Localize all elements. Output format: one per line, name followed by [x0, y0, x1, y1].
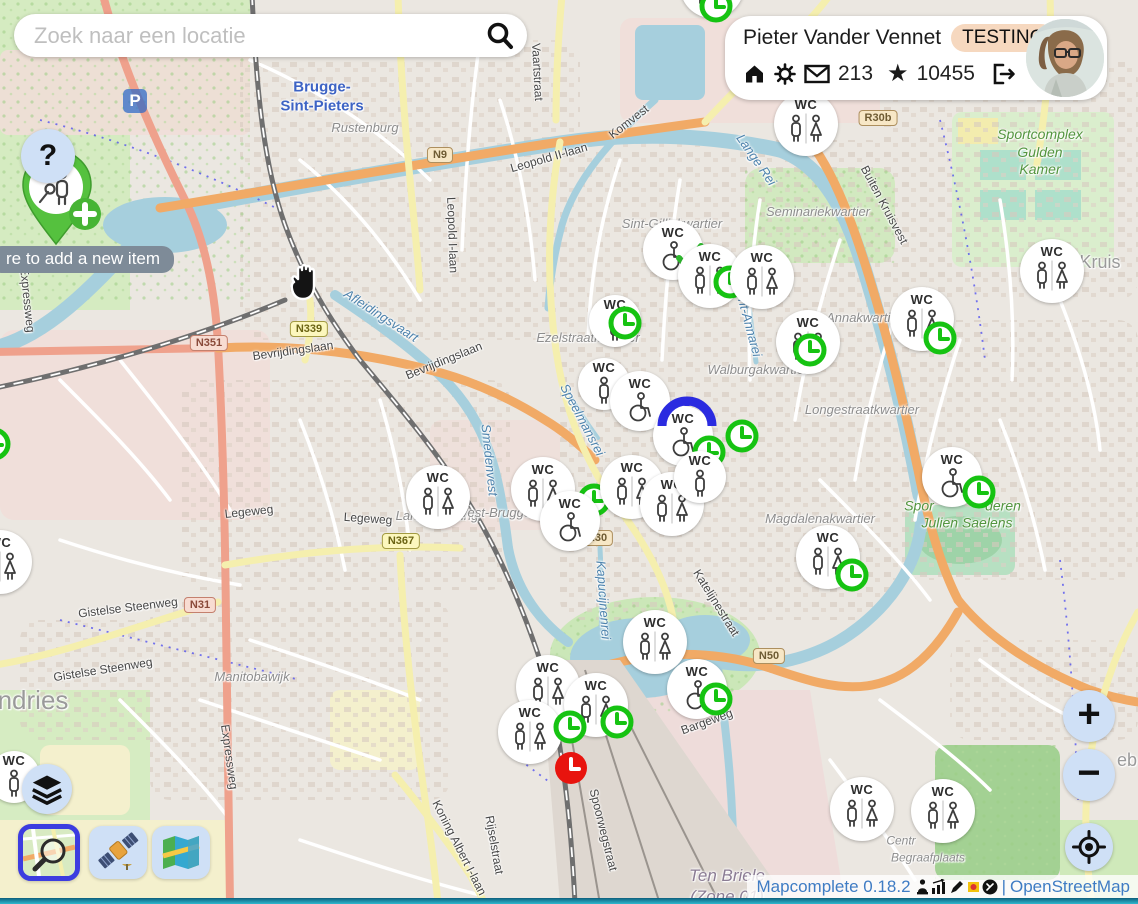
marker-wc-label: WC [585, 679, 608, 692]
marker-wc-label: WC [427, 471, 450, 484]
marker-wc-label: WC [817, 531, 840, 544]
toilet-marker-wheelchair[interactable]: WC [667, 659, 727, 719]
user-panel[interactable]: Pieter Vander Vennet TESTING 213 ★ 10455 [725, 16, 1107, 100]
mapcomplete-version-link[interactable]: Mapcomplete 0.18.2 [757, 877, 911, 897]
layers-icon [30, 773, 64, 805]
avatar[interactable] [1026, 19, 1104, 97]
marker-wc-label: WC [851, 783, 874, 796]
add-item-tooltip: re to add a new item [0, 246, 174, 273]
home-icon[interactable] [743, 63, 766, 85]
geolocate-button[interactable] [1065, 823, 1113, 871]
help-button[interactable]: ? [21, 129, 75, 183]
open-clock-badge [607, 305, 643, 346]
openstreetmap-link[interactable]: OpenStreetMap [1010, 877, 1130, 897]
mapcomplete-app: P Brugge- Sint-PietersRustenburgSint-Gil… [0, 0, 1138, 904]
map-style-folded-map-button[interactable] [152, 826, 210, 879]
attribution-separator: | [1002, 877, 1006, 897]
marker-wc-label: WC [911, 293, 934, 306]
closed-clock-badge [553, 750, 589, 791]
marker-wc-label: WC [932, 785, 955, 798]
toilet-marker-mf[interactable]: WC [796, 525, 860, 589]
zoom-in-label: + [1077, 694, 1100, 734]
open-clock-badge [961, 474, 997, 515]
toilet-marker-mf[interactable]: WC [1020, 239, 1084, 303]
open-clock-badge [698, 0, 734, 29]
marker-wc-label: WC [699, 250, 722, 263]
open-clock-badge [599, 704, 635, 745]
marker-wc-label: WC [644, 616, 667, 629]
messages-envelope-icon[interactable] [804, 64, 830, 84]
map-style-osm-button[interactable] [18, 824, 80, 881]
toilet-marker-mf[interactable]: WC [830, 777, 894, 841]
background-layers-button[interactable] [22, 764, 72, 814]
message-count: 213 [838, 62, 873, 86]
marker-wc-label: WC [519, 706, 542, 719]
marker-wc-label: WC [751, 251, 774, 264]
map-style-satellite-button[interactable] [89, 826, 147, 879]
crosshair-icon [1072, 830, 1106, 864]
marker-wc-label: WC [672, 412, 695, 425]
bottom-accent-strip [0, 898, 1138, 904]
open-clock-badge [698, 681, 734, 722]
help-label: ? [39, 139, 57, 173]
parking-icon: P [123, 89, 147, 113]
marker-wc-label: WC [3, 754, 26, 767]
marker-wc-label: WC [629, 377, 652, 390]
toilet-marker-mf[interactable]: WC [623, 610, 687, 674]
search-input[interactable] [32, 22, 483, 50]
marker-wc-label: WC [0, 536, 11, 549]
edit-pencil-icon[interactable] [949, 879, 965, 895]
toilet-marker-mf[interactable]: WC [774, 92, 838, 156]
star-icon: ★ [887, 59, 909, 88]
toilet-marker-wheelchair[interactable]: WC [540, 491, 600, 551]
location-search-bar[interactable] [14, 14, 527, 57]
theme-logo-icon[interactable] [966, 879, 981, 894]
logout-icon[interactable] [991, 62, 1017, 86]
contributors-icon[interactable] [915, 878, 930, 895]
license-icon[interactable] [982, 879, 998, 895]
toilet-marker-mf[interactable]: WC [730, 245, 794, 309]
marker-wc-label: WC [1041, 245, 1064, 258]
marker-wc-label: WC [689, 454, 712, 467]
open-clock-badge [922, 320, 958, 361]
user-name: Pieter Vander Vennet [743, 26, 941, 50]
satellite-icon [96, 832, 140, 874]
marker-wc-label: WC [537, 661, 560, 674]
open-clock-badge [552, 709, 588, 750]
hand-cursor-icon [281, 260, 323, 306]
toilet-marker-urinal[interactable]: WC [589, 295, 641, 347]
marker-wc-label: WC [941, 453, 964, 466]
open-clock-badge [834, 557, 870, 598]
toilet-marker-mf[interactable]: WC [498, 700, 562, 764]
toilet-marker-wheelchair[interactable]: WC [922, 447, 982, 507]
marker-wc-label: WC [621, 461, 644, 474]
attribution-bar[interactable]: Mapcomplete 0.18.2 | OpenStreetMap [747, 875, 1138, 898]
toilet-marker-mf[interactable]: WC [406, 465, 470, 529]
toilet-marker-urinal[interactable]: WC [674, 451, 726, 503]
search-icon[interactable] [483, 19, 517, 53]
marker-wc-label: WC [686, 665, 709, 678]
marker-wc-label: WC [797, 316, 820, 329]
marker-wc-label: WC [559, 497, 582, 510]
settings-gear-icon[interactable] [774, 63, 796, 85]
marker-wc-label: WC [662, 226, 685, 239]
toilet-marker-mf[interactable]: WC [890, 287, 954, 351]
marker-wc-label: WC [593, 361, 616, 374]
zoom-in-button[interactable]: + [1063, 690, 1115, 742]
osm-carto-icon [23, 829, 75, 876]
open-clock-badge [792, 332, 828, 373]
folded-map-icon [161, 834, 201, 871]
zoom-out-button[interactable]: − [1063, 749, 1115, 801]
statistics-icon[interactable] [931, 879, 948, 895]
toilet-marker-mf[interactable]: WC [776, 310, 840, 374]
changeset-count: 10455 [917, 62, 975, 86]
marker-wc-label: WC [532, 463, 555, 476]
toilet-marker-mf[interactable]: WC [911, 779, 975, 843]
zoom-out-label: − [1077, 753, 1100, 793]
